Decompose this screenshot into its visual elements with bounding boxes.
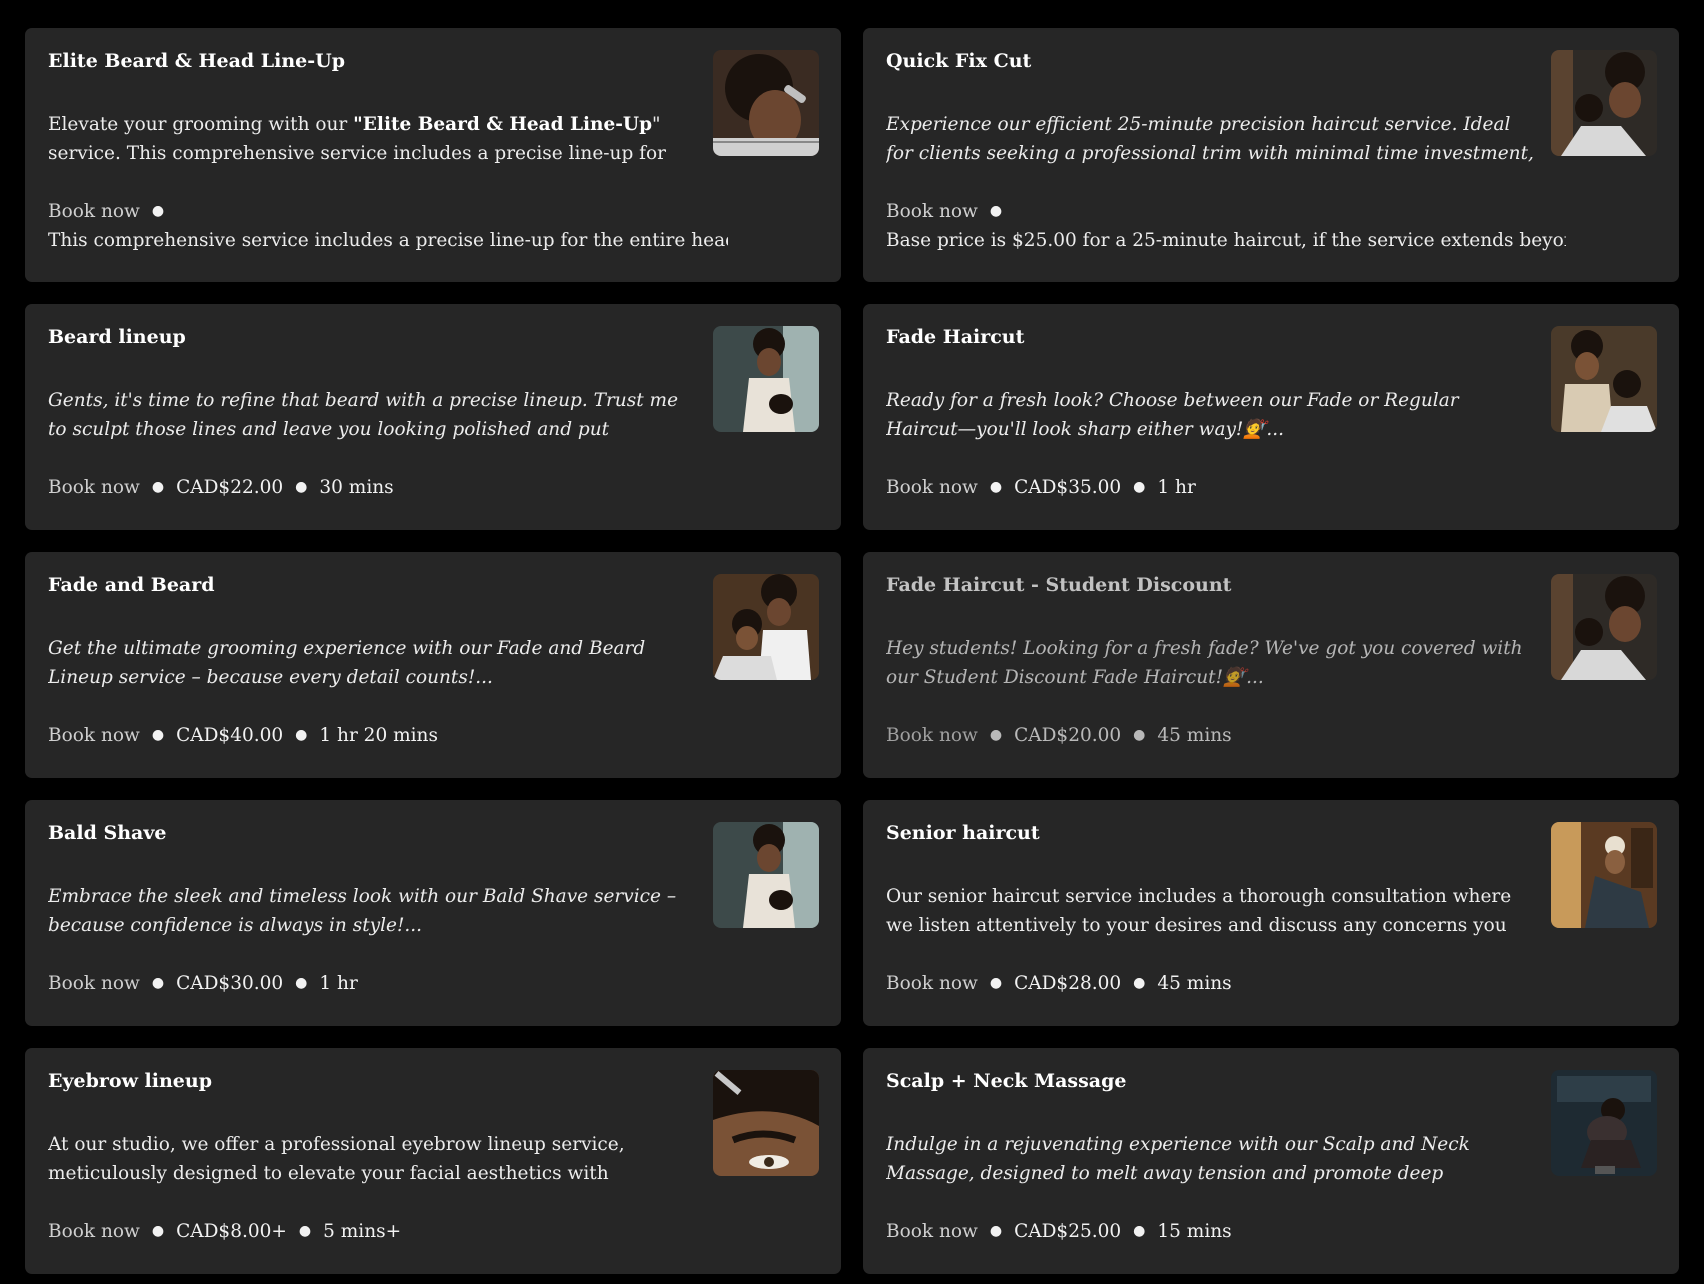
service-extra-text: This comprehensive service includes a pr… (48, 230, 728, 251)
service-price: CAD$40.00 (176, 725, 284, 746)
service-card-quick-fix-cut[interactable]: Quick Fix Cut Experience our efficient 2… (863, 28, 1679, 282)
book-now-link[interactable]: Book now (48, 477, 140, 498)
service-image (1551, 574, 1657, 680)
book-now-link[interactable]: Book now (48, 201, 140, 222)
service-description: Hey students! Looking for a fresh fade? … (886, 638, 1523, 688)
book-now-link[interactable]: Book now (886, 973, 978, 994)
service-duration: 15 mins (1157, 1221, 1232, 1242)
service-description: Get the ultimate grooming experience wit… (48, 638, 646, 688)
service-meta: Book now ● CAD$30.00 ● 1 hr (48, 973, 358, 994)
service-title: Fade Haircut (886, 326, 1025, 348)
service-title: Eyebrow lineup (48, 1070, 212, 1092)
service-card-senior-haircut[interactable]: Senior haircut Our senior haircut servic… (863, 800, 1679, 1026)
service-card-beard-lineup[interactable]: Beard lineup Gents, it's time to refine … (25, 304, 841, 530)
service-card-bald-shave[interactable]: Bald Shave Embrace the sleek and timeles… (25, 800, 841, 1026)
service-card-eyebrow-lineup[interactable]: Eyebrow lineup At our studio, we offer a… (25, 1048, 841, 1274)
service-image (713, 326, 819, 432)
service-description: At our studio, we offer a professional e… (48, 1134, 625, 1184)
service-price: CAD$25.00 (1014, 1221, 1122, 1242)
service-title: Senior haircut (886, 822, 1040, 844)
service-description: Ready for a fresh look? Choose between o… (886, 390, 1459, 440)
service-duration: 30 mins (319, 477, 394, 498)
service-image (1551, 50, 1657, 156)
book-now-link[interactable]: Book now (48, 1221, 140, 1242)
service-description: Gents, it's time to refine that beard wi… (48, 390, 679, 440)
book-now-link[interactable]: Book now (886, 201, 978, 222)
service-image (1551, 326, 1657, 432)
service-meta: Book now ● CAD$22.00 ● 30 mins (48, 477, 394, 498)
service-card-fade-student-discount[interactable]: Fade Haircut - Student Discount Hey stud… (863, 552, 1679, 778)
service-price: CAD$30.00 (176, 973, 284, 994)
service-card-fade-and-beard[interactable]: Fade and Beard Get the ultimate grooming… (25, 552, 841, 778)
service-duration: 1 hr (1157, 477, 1196, 498)
service-duration: 5 mins+ (323, 1221, 402, 1242)
service-meta: Book now ● (48, 201, 165, 222)
service-image (1551, 822, 1657, 928)
service-meta: Book now ● CAD$28.00 ● 45 mins (886, 973, 1232, 994)
service-image (713, 574, 819, 680)
service-title: Bald Shave (48, 822, 167, 844)
service-meta: Book now ● (886, 201, 1003, 222)
service-meta: Book now ● CAD$35.00 ● 1 hr (886, 477, 1196, 498)
service-image (713, 822, 819, 928)
service-card-scalp-neck-massage[interactable]: Scalp + Neck Massage Indulge in a rejuve… (863, 1048, 1679, 1274)
service-meta: Book now ● CAD$25.00 ● 15 mins (886, 1221, 1232, 1242)
service-title: Beard lineup (48, 326, 186, 348)
service-card-elite-beard-head[interactable]: Elite Beard & Head Line-Up Elevate your … (25, 28, 841, 282)
service-duration: 1 hr 20 mins (319, 725, 438, 746)
service-duration: 1 hr (319, 973, 358, 994)
service-image (713, 50, 819, 156)
service-price: CAD$28.00 (1014, 973, 1122, 994)
services-grid: Elite Beard & Head Line-Up Elevate your … (0, 0, 1704, 1284)
service-price: CAD$20.00 (1014, 725, 1122, 746)
service-duration: 45 mins (1157, 725, 1232, 746)
service-duration: 45 mins (1157, 973, 1232, 994)
book-now-link[interactable]: Book now (48, 973, 140, 994)
service-description: Indulge in a rejuvenating experience wit… (886, 1134, 1470, 1184)
service-title: Scalp + Neck Massage (886, 1070, 1127, 1092)
service-title: Fade and Beard (48, 574, 215, 596)
service-image (713, 1070, 819, 1176)
service-title: Fade Haircut - Student Discount (886, 574, 1232, 596)
service-description: Our senior haircut service includes a th… (886, 886, 1512, 936)
service-meta: Book now ● CAD$40.00 ● 1 hr 20 mins (48, 725, 438, 746)
service-description: Experience our efficient 25-minute preci… (886, 114, 1534, 164)
service-extra-text: Base price is $25.00 for a 25-minute hai… (886, 230, 1566, 251)
service-meta: Book now ● CAD$20.00 ● 45 mins (886, 725, 1232, 746)
service-price: CAD$35.00 (1014, 477, 1122, 498)
service-description: Elevate your grooming with our "Elite Be… (48, 114, 667, 164)
book-now-link[interactable]: Book now (886, 1221, 978, 1242)
service-title: Elite Beard & Head Line-Up (48, 50, 346, 72)
service-description: Embrace the sleek and timeless look with… (48, 886, 677, 936)
book-now-link[interactable]: Book now (886, 477, 978, 498)
service-price: CAD$8.00+ (176, 1221, 287, 1242)
service-title: Quick Fix Cut (886, 50, 1032, 72)
service-card-fade-haircut[interactable]: Fade Haircut Ready for a fresh look? Cho… (863, 304, 1679, 530)
book-now-link[interactable]: Book now (48, 725, 140, 746)
service-meta: Book now ● CAD$8.00+ ● 5 mins+ (48, 1221, 402, 1242)
service-image (1551, 1070, 1657, 1176)
service-price: CAD$22.00 (176, 477, 284, 498)
book-now-link[interactable]: Book now (886, 725, 978, 746)
